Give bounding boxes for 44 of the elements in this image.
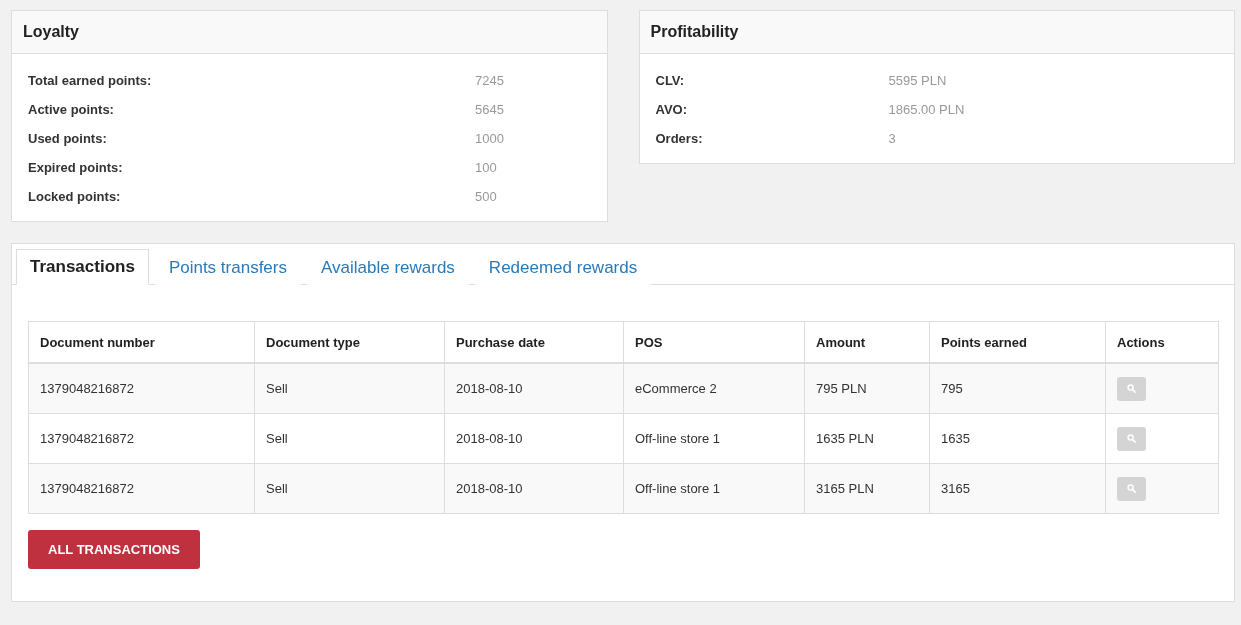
table-cell: 3165 PLN	[804, 463, 930, 514]
search-icon	[1127, 434, 1136, 443]
field-label: Active points:	[28, 101, 115, 118]
table-cell: 1379048216872	[28, 463, 255, 514]
table-cell: 795	[929, 363, 1106, 414]
table-cell: Off-line store 1	[623, 413, 805, 464]
table-cell: 1379048216872	[28, 413, 255, 464]
field-label: Expired points:	[28, 159, 124, 176]
table-cell: 2018-08-10	[444, 363, 624, 414]
field-value: 7245	[475, 72, 505, 89]
tab[interactable]: Transactions	[16, 249, 149, 285]
table-cell: 1379048216872	[28, 363, 255, 414]
field-label: Locked points:	[28, 188, 122, 205]
field-value: 5595 PLN	[888, 72, 948, 89]
table-cell: Sell	[254, 363, 445, 414]
table-cell: Sell	[254, 413, 445, 464]
field-label: Total earned points:	[28, 72, 153, 89]
table-cell: 795 PLN	[804, 363, 930, 414]
search-button[interactable]	[1117, 476, 1146, 501]
card-title: Loyalty	[23, 23, 79, 41]
field-value: 1000	[475, 130, 505, 147]
card-title: Profitability	[650, 23, 739, 41]
field-label: Used points:	[28, 130, 108, 147]
table-cell: eCommerce 2	[623, 363, 805, 414]
field-value: 3	[888, 130, 897, 147]
field-label: Orders:	[655, 130, 704, 147]
table-cell: Off-line store 1	[623, 463, 805, 514]
field-value: 100	[475, 159, 498, 176]
table-cell: 1635	[929, 413, 1106, 464]
field-label: AVO:	[655, 101, 689, 118]
search-button[interactable]	[1117, 426, 1146, 451]
table-cell: 1635 PLN	[804, 413, 930, 464]
search-button[interactable]	[1117, 376, 1146, 401]
field-label: CLV:	[655, 72, 686, 89]
search-icon	[1127, 484, 1136, 493]
table-cell: 3165	[929, 463, 1106, 514]
field-value: 1865.00 PLN	[888, 101, 966, 118]
table-cell: 2018-08-10	[444, 463, 624, 514]
field-value: 5645	[475, 101, 505, 118]
table-cell: 2018-08-10	[444, 413, 624, 464]
all-transactions-button[interactable]: ALL TRANSACTIONS	[28, 530, 200, 569]
table-cell: Sell	[254, 463, 445, 514]
search-icon	[1127, 384, 1136, 393]
field-value: 500	[475, 188, 498, 205]
